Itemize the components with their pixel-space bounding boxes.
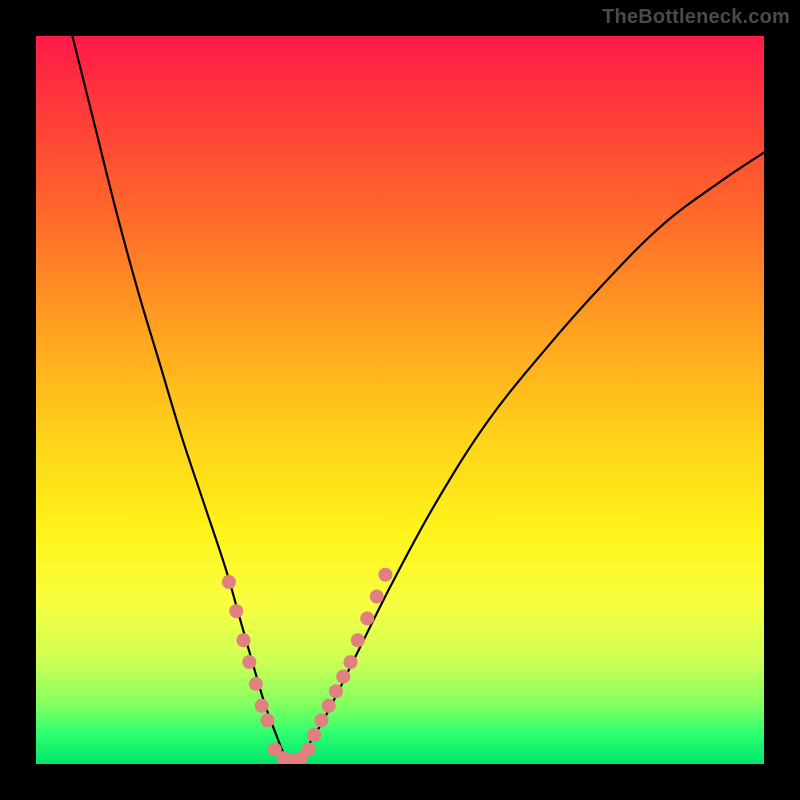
- data-marker: [351, 633, 365, 647]
- data-marker: [249, 677, 263, 691]
- watermark-text: TheBottleneck.com: [602, 6, 790, 29]
- data-marker: [378, 568, 392, 582]
- data-marker: [329, 684, 343, 698]
- bottleneck-curve: [72, 36, 764, 764]
- data-marker: [322, 699, 336, 713]
- plot-area: [36, 36, 764, 764]
- chart-frame: TheBottleneck.com: [0, 0, 800, 800]
- chart-svg: [36, 36, 764, 764]
- data-marker: [344, 655, 358, 669]
- data-marker: [255, 699, 269, 713]
- data-marker: [307, 728, 321, 742]
- data-marker: [222, 575, 236, 589]
- data-marker: [336, 670, 350, 684]
- data-marker: [360, 611, 374, 625]
- data-marker: [236, 633, 250, 647]
- data-marker: [261, 713, 275, 727]
- data-marker: [314, 713, 328, 727]
- data-marker: [370, 590, 384, 604]
- data-marker: [242, 655, 256, 669]
- data-marker: [301, 742, 315, 756]
- data-marker: [229, 604, 243, 618]
- marker-layer: [222, 568, 393, 764]
- curve-layer: [72, 36, 764, 764]
